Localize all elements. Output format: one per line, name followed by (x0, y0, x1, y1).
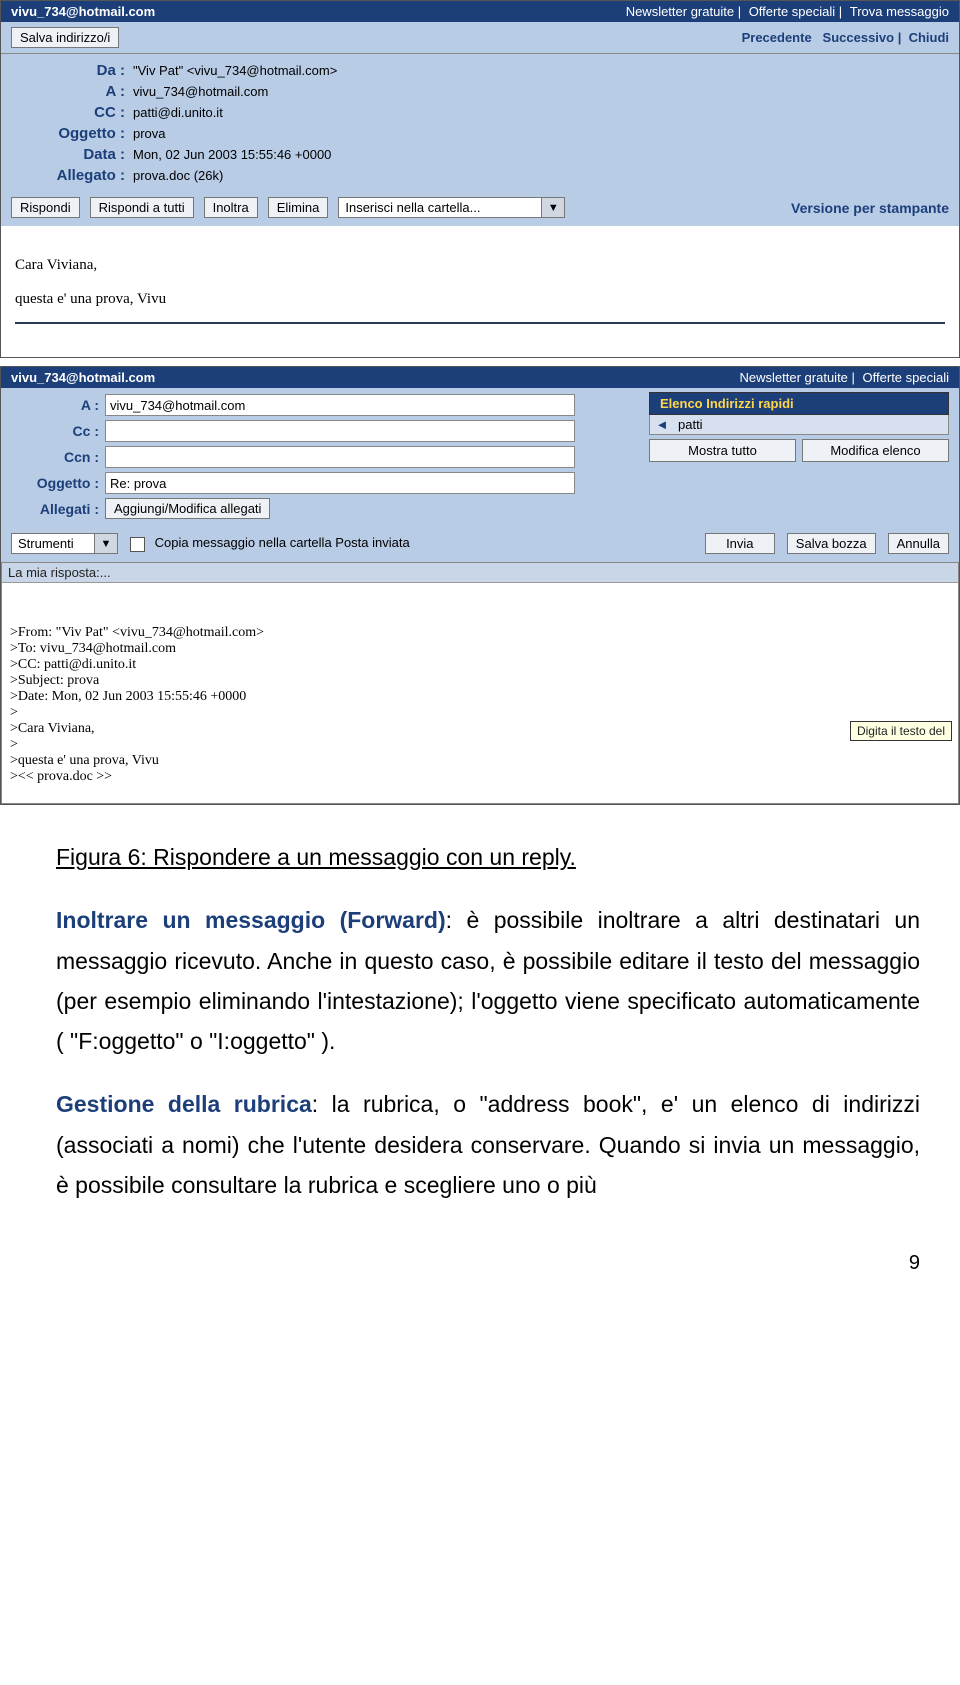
top-links: Newsletter gratuite | Offerte speciali (736, 370, 949, 385)
read-top-toolbar: Salva indirizzo/i Precedente Successivo … (1, 22, 959, 54)
close-link[interactable]: Chiudi (909, 30, 949, 45)
copy-to-sent-label: Copia messaggio nella cartella Posta inv… (155, 535, 410, 550)
attach-label: Allegati : (9, 501, 105, 517)
folder-dropdown[interactable]: Inserisci nella cartella... ▼ (338, 197, 565, 218)
attach-label: Allegato : (15, 167, 133, 184)
compose-tools-bar: Strumenti ▼ Copia messaggio nella cartel… (1, 529, 959, 562)
cancel-button[interactable]: Annulla (888, 533, 949, 554)
link-offers[interactable]: Offerte speciali (749, 4, 835, 19)
body-divider (15, 322, 945, 324)
account-label: vivu_734@hotmail.com (11, 4, 155, 19)
reply-body-text[interactable]: >From: "Viv Pat" <vivu_734@hotmail.com> … (2, 583, 958, 803)
date-label: Data : (15, 146, 133, 163)
read-action-bar: Rispondi Rispondi a tutti Inoltra Elimin… (1, 192, 959, 226)
quick-address-panel: Elenco Indirizzi rapidi ◄ patti Mostra t… (649, 392, 949, 462)
prev-link[interactable]: Precedente (742, 30, 812, 45)
edit-list-button[interactable]: Modifica elenco (802, 439, 949, 462)
quick-address-item[interactable]: ◄ patti (649, 415, 949, 435)
addressbook-heading: Gestione della rubrica (56, 1091, 312, 1117)
quick-address-header: Elenco Indirizzi rapidi (649, 392, 949, 415)
compose-titlebar: vivu_734@hotmail.com Newsletter gratuite… (1, 367, 959, 388)
to-value: vivu_734@hotmail.com (133, 84, 268, 99)
attach-value[interactable]: prova.doc (26k) (133, 168, 223, 183)
checkbox-icon (130, 537, 145, 552)
subject-value: prova (133, 126, 166, 141)
compose-headers: A : Cc : Ccn : Oggetto : Allegati : Aggi… (1, 388, 959, 529)
to-label: A : (9, 397, 105, 413)
reply-body-area[interactable]: La mia risposta:... >From: "Viv Pat" <vi… (1, 562, 959, 804)
next-link[interactable]: Successivo (823, 30, 895, 45)
folder-dropdown-value: Inserisci nella cartella... (338, 197, 541, 218)
tools-dropdown[interactable]: Strumenti ▼ (11, 533, 118, 554)
link-offers[interactable]: Offerte speciali (863, 370, 949, 385)
subject-input[interactable] (105, 472, 575, 494)
subject-label: Oggetto : (15, 125, 133, 142)
save-draft-button[interactable]: Salva bozza (787, 533, 876, 554)
reply-all-button[interactable]: Rispondi a tutti (90, 197, 194, 218)
from-value: "Viv Pat" <vivu_734@hotmail.com> (133, 63, 337, 78)
cc-input[interactable] (105, 420, 575, 442)
chevron-down-icon[interactable]: ▼ (94, 533, 118, 554)
to-input[interactable] (105, 394, 575, 416)
quick-address-name: patti (674, 415, 948, 434)
message-body: Cara Viviana, questa e' una prova, Vivu (1, 226, 959, 357)
read-message-window: vivu_734@hotmail.com Newsletter gratuite… (0, 0, 960, 358)
bcc-label: Ccn : (9, 449, 105, 465)
to-label: A : (15, 83, 133, 100)
document-body: Figura 6: Rispondere a un messaggio con … (0, 813, 960, 1252)
cc-value: patti@di.unito.it (133, 105, 223, 120)
paragraph-addressbook: Gestione della rubrica: la rubrica, o "a… (56, 1084, 920, 1205)
link-find-message[interactable]: Trova messaggio (850, 4, 949, 19)
bcc-input[interactable] (105, 446, 575, 468)
figure-caption: Figura 6: Rispondere a un messaggio con … (56, 837, 920, 877)
delete-button[interactable]: Elimina (268, 197, 329, 218)
compose-window: vivu_734@hotmail.com Newsletter gratuite… (0, 366, 960, 805)
forward-button[interactable]: Inoltra (204, 197, 258, 218)
account-label: vivu_734@hotmail.com (11, 370, 155, 385)
date-value: Mon, 02 Jun 2003 15:55:46 +0000 (133, 147, 331, 162)
from-label: Da : (15, 62, 133, 79)
copy-to-sent-checkbox[interactable]: Copia messaggio nella cartella Posta inv… (130, 535, 410, 551)
add-attachment-button[interactable]: Aggiungi/Modifica allegati (105, 498, 270, 519)
arrow-left-icon[interactable]: ◄ (650, 417, 674, 432)
link-newsletter[interactable]: Newsletter gratuite (626, 4, 734, 19)
subject-label: Oggetto : (9, 475, 105, 491)
tools-dropdown-label: Strumenti (11, 533, 94, 554)
save-address-button[interactable]: Salva indirizzo/i (11, 27, 119, 48)
forward-heading: Inoltrare un messaggio (Forward) (56, 907, 446, 933)
print-version-link[interactable]: Versione per stampante (791, 200, 949, 216)
reply-button[interactable]: Rispondi (11, 197, 80, 218)
read-headers: Da :"Viv Pat" <vivu_734@hotmail.com> A :… (1, 54, 959, 192)
cc-label: CC : (15, 104, 133, 121)
message-body-text: Cara Viviana, questa e' una prova, Vivu (15, 257, 166, 307)
chevron-down-icon[interactable]: ▼ (541, 197, 565, 218)
link-newsletter[interactable]: Newsletter gratuite (740, 370, 848, 385)
show-all-button[interactable]: Mostra tutto (649, 439, 796, 462)
tooltip: Digita il testo del (850, 721, 952, 741)
page-number: 9 (0, 1252, 960, 1293)
read-titlebar: vivu_734@hotmail.com Newsletter gratuite… (1, 1, 959, 22)
paragraph-forward: Inoltrare un messaggio (Forward): è poss… (56, 900, 920, 1061)
nav-links: Precedente Successivo | Chiudi (742, 30, 949, 45)
cc-label: Cc : (9, 423, 105, 439)
send-button[interactable]: Invia (705, 533, 775, 554)
top-links: Newsletter gratuite | Offerte speciali |… (622, 4, 949, 19)
reply-body-header: La mia risposta:... (2, 563, 958, 583)
